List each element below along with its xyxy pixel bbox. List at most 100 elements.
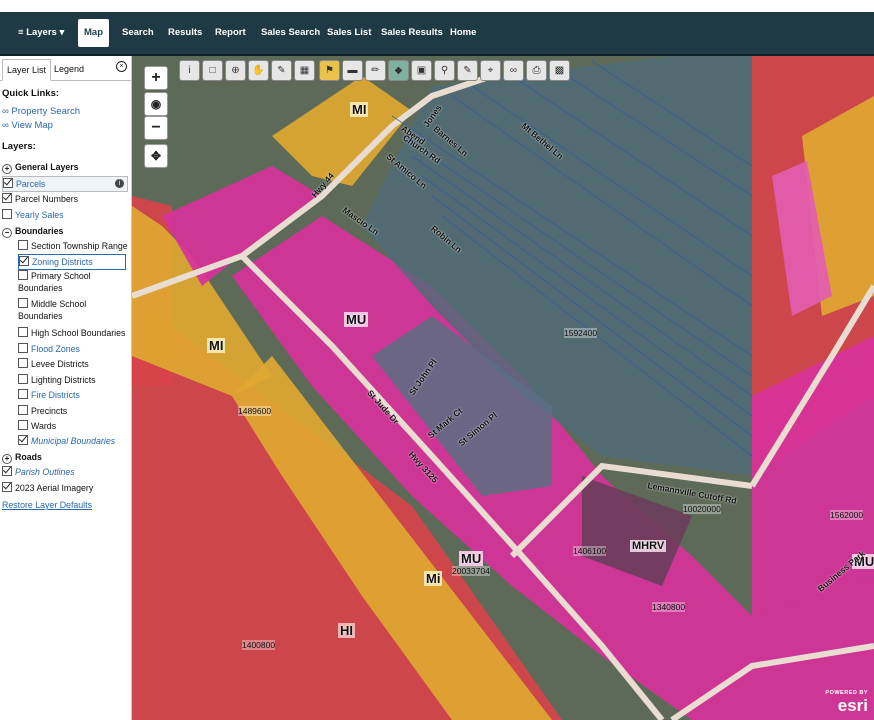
yearly-sales-checkbox[interactable]: [2, 209, 12, 219]
layer-parcels[interactable]: Parcels i: [2, 176, 128, 192]
link-icon: ∞: [2, 106, 9, 117]
municipal-checkbox[interactable]: [18, 435, 28, 445]
layer-general[interactable]: + General Layers: [2, 160, 79, 174]
flood-checkbox[interactable]: [18, 343, 28, 353]
levee-checkbox[interactable]: [18, 358, 28, 368]
city-icon[interactable]: ▣: [411, 60, 432, 81]
layer-fire[interactable]: Fire Districts: [18, 388, 80, 402]
crosshair-icon[interactable]: ⌖: [480, 60, 501, 81]
nav-map[interactable]: Map: [78, 19, 109, 47]
layers-dropdown[interactable]: ≡ Layers ▾: [12, 19, 84, 47]
nav-home[interactable]: Home: [444, 19, 482, 47]
layer-parcel-numbers[interactable]: Parcel Numbers: [2, 192, 78, 206]
layer-municipal[interactable]: Municipal Boundaries: [18, 434, 115, 448]
layer-flood[interactable]: Flood Zones: [18, 342, 80, 356]
pencil-icon[interactable]: ✎: [457, 60, 478, 81]
draw-icon[interactable]: ✏: [365, 60, 386, 81]
nav-sales-results[interactable]: Sales Results: [375, 19, 449, 47]
hand-icon[interactable]: ✋: [248, 60, 269, 81]
layer-parish-label: Parish Outlines: [15, 467, 75, 477]
zone-label-mu-center: MU: [344, 312, 369, 327]
nav-sales-list[interactable]: Sales List: [321, 19, 377, 47]
measure-icon[interactable]: ▬: [342, 60, 363, 81]
middle-school-checkbox[interactable]: [18, 298, 28, 308]
fire-checkbox[interactable]: [18, 389, 28, 399]
layer-parcels-label: Parcels: [16, 179, 46, 189]
layer-boundaries-label: Boundaries: [15, 226, 64, 236]
layers-title: Layers:: [2, 141, 36, 152]
nav-sales-search[interactable]: Sales Search: [255, 19, 326, 47]
layers-label: Layers: [26, 27, 57, 38]
parcel-numbers-checkbox[interactable]: [2, 193, 12, 203]
layer-middle-school[interactable]: Middle School Boundaries: [18, 298, 128, 324]
select-icon[interactable]: □: [202, 60, 223, 81]
property-search-link[interactable]: ∞ Property Search: [2, 106, 80, 117]
close-icon[interactable]: ×: [116, 61, 127, 72]
wards-checkbox[interactable]: [18, 420, 28, 430]
sidebar-tabs: Layer List Legend ×: [0, 56, 131, 81]
buffer-icon[interactable]: ◆: [388, 60, 409, 81]
grid-icon[interactable]: ▦: [294, 60, 315, 81]
info-icon[interactable]: i: [179, 60, 200, 81]
layer-primary-school[interactable]: Primary School Boundaries: [18, 270, 128, 296]
layer-high-school[interactable]: High School Boundaries: [18, 326, 125, 340]
layer-zoning[interactable]: Zoning Districts: [18, 254, 126, 270]
nav-search[interactable]: Search: [116, 19, 160, 47]
parcels-checkbox[interactable]: [3, 178, 13, 188]
parish-checkbox[interactable]: [2, 466, 12, 476]
save-icon[interactable]: ▩: [549, 60, 570, 81]
layer-aerial[interactable]: 2023 Aerial Imagery: [2, 481, 93, 495]
globe-button[interactable]: ◉: [144, 92, 168, 116]
precincts-checkbox[interactable]: [18, 405, 28, 415]
layer-roads[interactable]: + Roads: [2, 450, 42, 464]
layer-parcel-numbers-label: Parcel Numbers: [15, 194, 79, 204]
layer-precincts[interactable]: Precincts: [18, 404, 67, 418]
zoom-box-icon[interactable]: ⊕: [225, 60, 246, 81]
layer-roads-label: Roads: [15, 452, 42, 462]
print-icon[interactable]: ⎙: [526, 60, 547, 81]
zoning-checkbox[interactable]: [19, 256, 29, 266]
layer-wards[interactable]: Wards: [18, 419, 56, 433]
parcel-id: 1340800: [652, 602, 686, 612]
layer-levee-label: Levee Districts: [31, 359, 89, 369]
layer-high-school-label: High School Boundaries: [31, 328, 126, 338]
aerial-checkbox[interactable]: [2, 482, 12, 492]
search-icon[interactable]: ⚲: [434, 60, 455, 81]
parcel-id: 1406100: [573, 546, 607, 556]
link-icon[interactable]: ∞: [503, 60, 524, 81]
tab-layer-list[interactable]: Layer List: [2, 59, 52, 81]
layer-lighting[interactable]: Lighting Districts: [18, 373, 96, 387]
parcel-id: 1562000: [830, 510, 864, 520]
pin-icon[interactable]: ⚑: [319, 60, 340, 81]
layer-precincts-label: Precincts: [31, 406, 68, 416]
nav-report[interactable]: Report: [209, 19, 252, 47]
str-checkbox[interactable]: [18, 240, 28, 250]
nav-results[interactable]: Results: [162, 19, 208, 47]
zone-label-mi-top: MI: [350, 102, 369, 117]
parcel-id: 1400800: [242, 640, 276, 650]
lighting-checkbox[interactable]: [18, 374, 28, 384]
pan-button[interactable]: ✥: [144, 144, 168, 168]
layer-parish[interactable]: Parish Outlines: [2, 465, 75, 479]
info-icon[interactable]: i: [115, 179, 124, 188]
view-map-link[interactable]: ∞ View Map: [2, 120, 53, 131]
layer-wards-label: Wards: [31, 421, 57, 431]
layer-str[interactable]: Section Township Range: [18, 239, 128, 253]
zone-label-mu-bottom: MU: [459, 551, 484, 566]
layer-str-label: Section Township Range: [31, 241, 128, 251]
layer-boundaries[interactable]: − Boundaries: [2, 224, 63, 238]
eraser-icon[interactable]: ✎: [271, 60, 292, 81]
layer-levee[interactable]: Levee Districts: [18, 357, 89, 371]
zoom-out-button[interactable]: −: [144, 116, 168, 140]
collapse-icon[interactable]: −: [2, 228, 12, 238]
high-school-checkbox[interactable]: [18, 327, 28, 337]
tab-legend[interactable]: Legend: [50, 59, 88, 79]
zone-label-hi: HI: [338, 623, 355, 638]
zoom-in-button[interactable]: +: [144, 66, 168, 90]
map-canvas[interactable]: + ◉ − ✥ i □ ⊕ ✋ ✎ ▦ ⚑ ▬ ✏ ◆ ▣ ⚲ ✎ ⌖ ∞ ⎙ …: [132, 56, 874, 720]
expand-icon[interactable]: +: [2, 164, 12, 174]
primary-school-checkbox[interactable]: [18, 270, 28, 280]
restore-defaults-link[interactable]: Restore Layer Defaults: [2, 500, 92, 510]
expand-icon[interactable]: +: [2, 454, 12, 464]
layer-yearly-sales[interactable]: Yearly Sales: [2, 208, 64, 222]
